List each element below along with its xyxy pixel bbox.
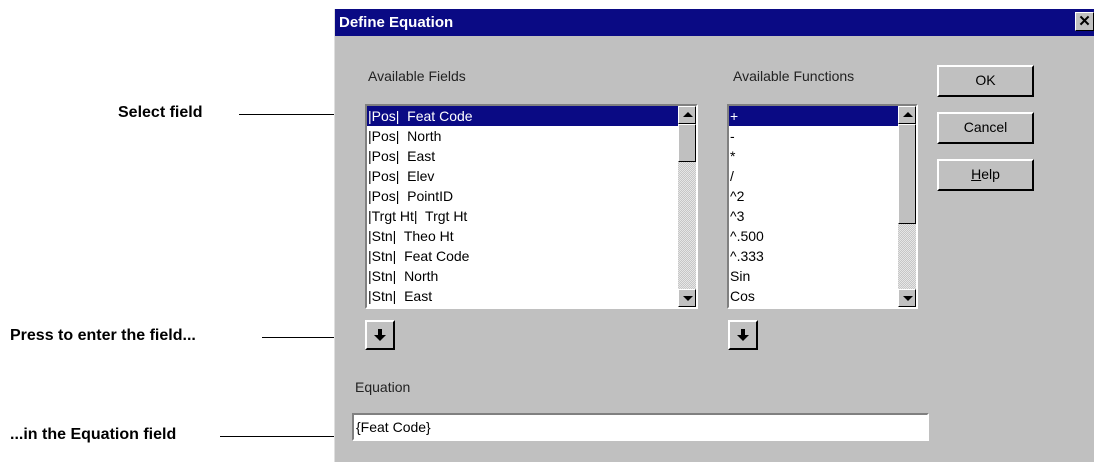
help-button[interactable]: Help bbox=[937, 159, 1034, 191]
arrow-down-icon bbox=[683, 296, 693, 301]
list-item[interactable]: |Stn| East bbox=[367, 286, 678, 306]
list-item[interactable]: Sin bbox=[729, 266, 898, 286]
list-item[interactable]: |Trgt Ht| Trgt Ht bbox=[367, 206, 678, 226]
list-item[interactable]: |Pos| PointID bbox=[367, 186, 678, 206]
list-item[interactable]: ^.500 bbox=[729, 226, 898, 246]
scroll-thumb[interactable] bbox=[898, 124, 916, 224]
define-equation-dialog: Define Equation ✕ Available Fields Avail… bbox=[334, 9, 1094, 462]
insert-field-button[interactable] bbox=[365, 320, 395, 350]
arrow-up-icon bbox=[683, 112, 693, 117]
available-fields-list[interactable]: |Pos| Feat Code |Pos| North |Pos| East |Pos… bbox=[365, 104, 698, 309]
annotation-arrow-line bbox=[220, 436, 342, 437]
available-fields-label: Available Fields bbox=[368, 68, 466, 84]
list-item[interactable]: ^3 bbox=[729, 206, 898, 226]
list-item[interactable]: / bbox=[729, 166, 898, 186]
annotation-arrow-line bbox=[239, 114, 345, 115]
annotation-select-field: Select field bbox=[118, 104, 203, 121]
annotation-arrow-line bbox=[262, 337, 344, 338]
dialog-title: Define Equation bbox=[339, 14, 454, 31]
list-item[interactable]: |Stn| North bbox=[367, 266, 678, 286]
list-item[interactable]: Cos bbox=[729, 286, 898, 306]
available-functions-list[interactable]: + - * / ^2 ^3 ^.500 ^.333 Sin Cos bbox=[727, 104, 918, 309]
ok-button[interactable]: OK bbox=[937, 65, 1034, 97]
list-item[interactable]: ^.333 bbox=[729, 246, 898, 266]
list-item[interactable]: + bbox=[729, 106, 898, 126]
functions-scrollbar[interactable] bbox=[898, 106, 916, 307]
available-functions-label: Available Functions bbox=[733, 68, 855, 84]
list-item[interactable]: - bbox=[729, 126, 898, 146]
scroll-down-button[interactable] bbox=[898, 289, 916, 307]
list-item[interactable]: * bbox=[729, 146, 898, 166]
cancel-button[interactable]: Cancel bbox=[937, 112, 1034, 144]
list-item[interactable]: |Pos| Feat Code bbox=[367, 106, 678, 126]
down-arrow-icon bbox=[374, 329, 386, 341]
scroll-thumb[interactable] bbox=[678, 124, 696, 162]
help-accelerator: H bbox=[971, 166, 982, 182]
fields-scrollbar[interactable] bbox=[678, 106, 696, 307]
arrow-down-icon bbox=[903, 296, 913, 301]
annotation-in-equation: ...in the Equation field bbox=[10, 426, 177, 443]
equation-label: Equation bbox=[355, 379, 411, 395]
list-item[interactable]: |Stn| Feat Code bbox=[367, 246, 678, 266]
title-bar[interactable]: Define Equation ✕ bbox=[335, 9, 1094, 36]
help-label: elp bbox=[981, 166, 1000, 182]
close-icon: ✕ bbox=[1078, 13, 1091, 30]
list-item[interactable]: |Pos| Elev bbox=[367, 166, 678, 186]
list-item[interactable]: |Pos| North bbox=[367, 126, 678, 146]
scroll-down-button[interactable] bbox=[678, 289, 696, 307]
list-item[interactable]: |Pos| East bbox=[367, 146, 678, 166]
list-item[interactable]: |Stn| Theo Ht bbox=[367, 226, 678, 246]
down-arrow-icon bbox=[737, 329, 749, 341]
arrow-up-icon bbox=[903, 112, 913, 117]
scroll-up-button[interactable] bbox=[678, 106, 696, 124]
scroll-up-button[interactable] bbox=[898, 106, 916, 124]
equation-field[interactable]: {Feat Code} bbox=[352, 413, 929, 441]
annotation-press-enter: Press to enter the field... bbox=[10, 327, 196, 344]
insert-function-button[interactable] bbox=[728, 320, 758, 350]
close-button[interactable]: ✕ bbox=[1075, 12, 1094, 31]
list-item[interactable]: ^2 bbox=[729, 186, 898, 206]
